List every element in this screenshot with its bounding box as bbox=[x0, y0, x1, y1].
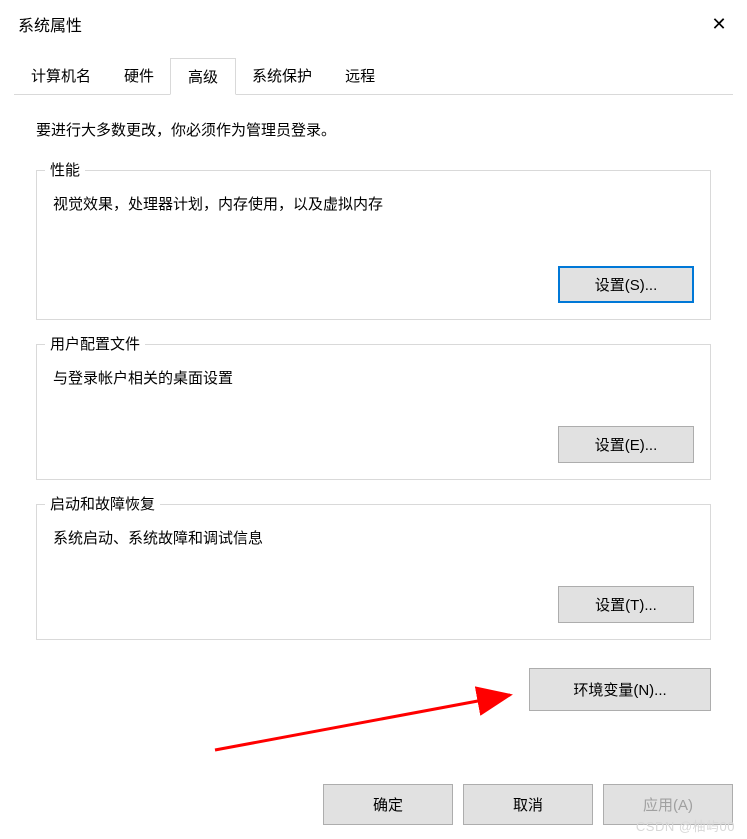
cancel-button[interactable]: 取消 bbox=[463, 784, 593, 825]
startup-recovery-settings-button[interactable]: 设置(T)... bbox=[558, 586, 694, 623]
group-user-profile: 用户配置文件 与登录帐户相关的桌面设置 设置(E)... bbox=[36, 344, 711, 480]
tab-strip: 计算机名 硬件 高级 系统保护 远程 bbox=[0, 48, 747, 94]
title-bar: 系统属性 ✕ bbox=[0, 0, 747, 48]
group-user-profile-description: 与登录帐户相关的桌面设置 bbox=[53, 367, 694, 388]
admin-note: 要进行大多数更改，你必须作为管理员登录。 bbox=[36, 119, 711, 140]
tab-advanced[interactable]: 高级 bbox=[170, 58, 236, 95]
env-button-row: 环境变量(N)... bbox=[36, 668, 711, 711]
footer-buttons: 确定 取消 应用(A) bbox=[323, 784, 733, 825]
group-performance-legend: 性能 bbox=[45, 159, 85, 180]
apply-button[interactable]: 应用(A) bbox=[603, 784, 733, 825]
group-startup-recovery: 启动和故障恢复 系统启动、系统故障和调试信息 设置(T)... bbox=[36, 504, 711, 640]
tab-computer-name[interactable]: 计算机名 bbox=[14, 58, 108, 94]
group-user-profile-legend: 用户配置文件 bbox=[45, 333, 145, 354]
close-icon: ✕ bbox=[711, 14, 726, 35]
environment-variables-button[interactable]: 环境变量(N)... bbox=[529, 668, 711, 711]
group-startup-recovery-description: 系统启动、系统故障和调试信息 bbox=[53, 527, 694, 548]
group-performance-description: 视觉效果，处理器计划，内存使用，以及虚拟内存 bbox=[53, 193, 694, 214]
tab-system-protection[interactable]: 系统保护 bbox=[235, 58, 329, 94]
tab-hardware[interactable]: 硬件 bbox=[107, 58, 171, 94]
tab-content-advanced: 要进行大多数更改，你必须作为管理员登录。 性能 视觉效果，处理器计划，内存使用，… bbox=[14, 94, 733, 739]
group-performance: 性能 视觉效果，处理器计划，内存使用，以及虚拟内存 设置(S)... bbox=[36, 170, 711, 320]
group-startup-recovery-legend: 启动和故障恢复 bbox=[45, 493, 160, 514]
performance-settings-button[interactable]: 设置(S)... bbox=[558, 266, 694, 303]
window-title: 系统属性 bbox=[18, 12, 82, 36]
user-profile-settings-button[interactable]: 设置(E)... bbox=[558, 426, 694, 463]
tab-remote[interactable]: 远程 bbox=[328, 58, 392, 94]
close-button[interactable]: ✕ bbox=[691, 0, 747, 48]
ok-button[interactable]: 确定 bbox=[323, 784, 453, 825]
